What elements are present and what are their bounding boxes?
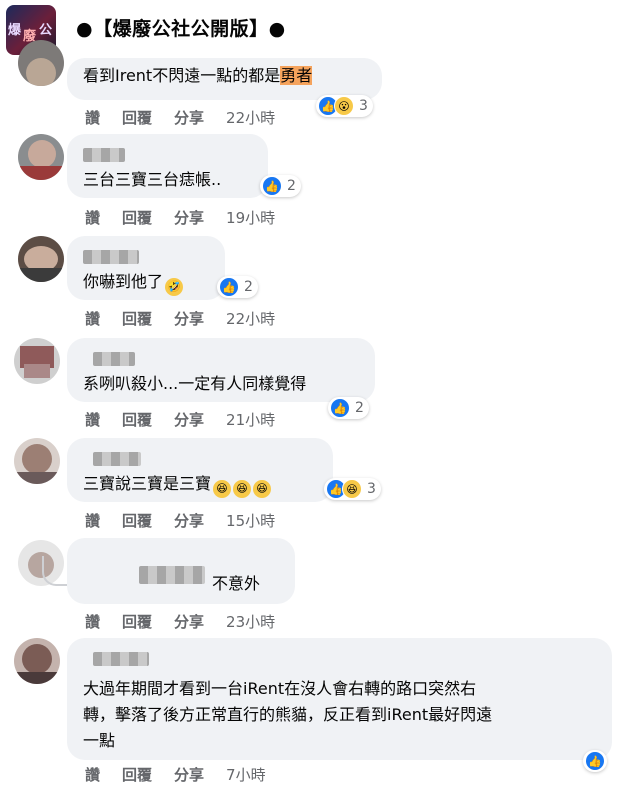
reaction-summary[interactable]: 👍 2 [328,397,369,419]
comment-actions: 讚 回覆 分享 22小時 [85,107,297,128]
like-thumb-icon: 👍 [330,398,350,418]
comment-bubble: 大過年期間才看到一台iRent在沒人會右轉的路口突然右 轉，擊落了後方正常直行的… [67,638,612,760]
laugh-emoji-icon: 😆 [342,479,362,499]
like-action[interactable]: 讚 [85,109,100,127]
share-action[interactable]: 分享 [174,310,204,328]
comment-time[interactable]: 15小時 [226,512,275,530]
comment-text-line: 轉，擊落了後方正常直行的熊貓，反正看到iRent最好閃遠 [83,705,493,724]
avatar[interactable] [18,236,64,282]
like-thumb-icon: 👍 [262,176,282,196]
comment-text: 你嚇到他了 🤣 [83,272,184,296]
comment-actions: 讚 回覆 分享 7小時 [85,764,288,785]
like-action[interactable]: 讚 [85,411,100,429]
share-action[interactable]: 分享 [174,613,204,631]
reaction-count: 3 [359,98,368,114]
share-action[interactable]: 分享 [174,109,204,127]
avatar[interactable] [14,438,60,484]
laugh-emoji-icon: 😆 [253,480,272,498]
comment-text-part: 三寶說三寶是三寶 [83,474,212,493]
avatar[interactable] [14,338,60,384]
comment-text-part: 你嚇到他了 [83,272,164,291]
comment-bubble: 你嚇到他了 🤣 [67,236,225,300]
comment-time[interactable]: 22小時 [226,310,275,328]
comment-text: 看到Irent不閃遠一點的都是勇者 [83,66,313,86]
reply-thread-line [42,556,70,586]
comment-text-line: 大過年期間才看到一台iRent在沒人會右轉的路口突然右 [83,679,477,698]
reply-action[interactable]: 回覆 [122,109,152,127]
comment-text-line: 一點 [83,731,116,750]
redacted-mention[interactable] [139,566,205,584]
reaction-count: 2 [244,279,253,295]
like-action[interactable]: 讚 [85,310,100,328]
comment-time[interactable]: 23小時 [226,613,275,631]
comment-bubble: 三寶說三寶是三寶 😆 😆 😆 [67,438,333,502]
like-action[interactable]: 讚 [85,512,100,530]
like-action[interactable]: 讚 [85,613,100,631]
comment-bubble: 看到Irent不閃遠一點的都是勇者 [67,58,382,100]
comment-bubble: 系咧叭殺小...一定有人同樣覺得 [67,338,375,402]
like-thumb-icon: 👍 [585,751,605,771]
reaction-summary[interactable]: 👍 [583,750,607,772]
reaction-summary[interactable]: 👍 😮 3 [316,95,373,117]
comment-actions: 讚 回覆 分享 19小時 [85,207,297,228]
reaction-count: 2 [287,178,296,194]
redacted-author-name[interactable] [83,250,139,264]
comment-text-part: 看到Irent不閃遠一點的都是 [83,66,281,85]
comment-time[interactable]: 22小時 [226,109,275,127]
laugh-emoji-icon: 😆 [233,480,252,498]
rofl-emoji-icon: 🤣 [165,278,184,296]
reaction-summary[interactable]: 👍 2 [260,175,301,197]
comment-bubble: 三台三寶三台痣帳.. [67,134,268,198]
reply-action[interactable]: 回覆 [122,310,152,328]
share-action[interactable]: 分享 [174,766,204,784]
share-action[interactable]: 分享 [174,512,204,530]
reply-action[interactable]: 回覆 [122,209,152,227]
comment-text: 系咧叭殺小...一定有人同樣覺得 [83,374,307,393]
redacted-author-name[interactable] [93,652,149,666]
reply-action[interactable]: 回覆 [122,512,152,530]
avatar[interactable] [14,638,60,684]
avatar[interactable] [18,134,64,180]
reply-action[interactable]: 回覆 [122,613,152,631]
reply-action[interactable]: 回覆 [122,411,152,429]
laugh-emoji-icon: 😆 [213,480,232,498]
highlighted-text: 勇者 [280,66,313,85]
like-action[interactable]: 讚 [85,766,100,784]
comment-bubble: 不意外 [67,538,295,604]
comment-text: 三寶說三寶是三寶 😆 😆 😆 [83,474,272,498]
comment-text: 不意外 [212,574,261,593]
comment-time[interactable]: 7小時 [226,766,266,784]
redacted-author-name[interactable] [93,352,135,366]
comment-time[interactable]: 21小時 [226,411,275,429]
redacted-author-name[interactable] [83,148,125,162]
redacted-author-name[interactable] [93,452,141,466]
wow-emoji-icon: 😮 [334,96,354,116]
comment-time[interactable]: 19小時 [226,209,275,227]
reaction-summary[interactable]: 👍 2 [217,276,258,298]
group-header: 爆廢公 ●【爆廢公社公開版】● [0,0,623,62]
like-thumb-icon: 👍 [219,277,239,297]
comment-actions: 讚 回覆 分享 21小時 [85,409,297,430]
comment-text: 三台三寶三台痣帳.. [83,170,222,189]
comment-actions: 讚 回覆 分享 22小時 [85,308,297,329]
group-title[interactable]: ●【爆廢公社公開版】● [76,14,286,41]
share-action[interactable]: 分享 [174,209,204,227]
reaction-count: 2 [355,400,364,416]
reply-action[interactable]: 回覆 [122,766,152,784]
avatar[interactable] [18,40,64,86]
share-action[interactable]: 分享 [174,411,204,429]
comment-actions: 讚 回覆 分享 15小時 [85,510,297,531]
reaction-summary[interactable]: 👍 😆 3 [324,478,381,500]
reaction-count: 3 [367,481,376,497]
like-action[interactable]: 讚 [85,209,100,227]
comment-actions: 讚 回覆 分享 23小時 [85,611,297,632]
